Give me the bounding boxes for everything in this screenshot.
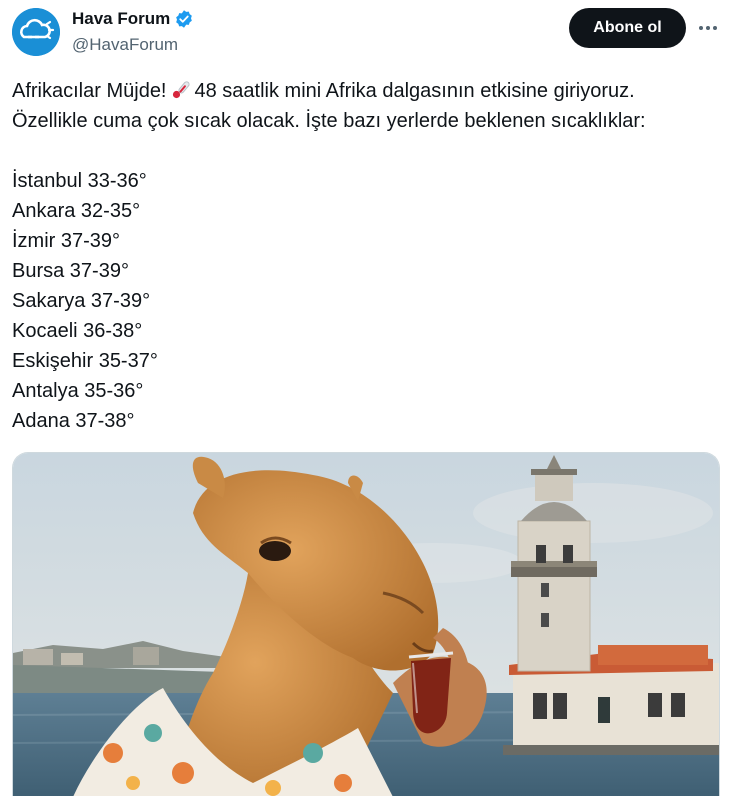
author-name-row: Hava Forum: [72, 9, 194, 29]
city-temperature-item: Adana 37-38°: [12, 410, 135, 432]
author-display-name[interactable]: Hava Forum: [72, 9, 170, 29]
thermometer-emoji-icon: [170, 78, 192, 100]
city-temperature-item: Antalya 35-36°: [12, 380, 144, 402]
city-temperature-item: Eskişehir 35-37°: [12, 350, 158, 372]
follow-button[interactable]: Abone ol: [569, 8, 686, 48]
more-dot: [713, 26, 717, 30]
tweet-line-1-start: Afrikacılar Müjde!: [12, 80, 167, 102]
more-dot: [706, 26, 710, 30]
city-temperature-item: Kocaeli 36-38°: [12, 320, 143, 342]
tweet-header: Hava Forum @HavaForum Abone ol: [0, 0, 738, 64]
author-avatar[interactable]: [12, 8, 60, 56]
camel-drinking-tea-image: [13, 453, 719, 796]
city-temperature-item: İstanbul 33-36°: [12, 170, 147, 192]
cloud-sun-logo-icon: [12, 8, 60, 56]
more-horizontal-icon: [699, 26, 703, 30]
author-handle[interactable]: @HavaForum: [72, 35, 178, 55]
tweet-line-1-end: 48 saatlik mini Afrika dalgasının etkisi…: [194, 80, 635, 102]
city-temperature-item: İzmir 37-39°: [12, 230, 121, 252]
city-temperature-item: Bursa 37-39°: [12, 260, 129, 282]
tweet-media-image[interactable]: [12, 452, 720, 796]
tweet-body: Afrikacılar Müjde! 48 saatlik mini Afrik…: [12, 76, 728, 136]
tweet-line-1: Afrikacılar Müjde! 48 saatlik mini Afrik…: [12, 76, 728, 106]
more-options-button[interactable]: [692, 14, 724, 42]
verified-badge-icon[interactable]: [174, 9, 194, 29]
city-temperature-item: Sakarya 37-39°: [12, 290, 151, 312]
tweet-line-2: Özellikle cuma çok sıcak olacak. İşte ba…: [12, 110, 646, 132]
city-temperature-list: İstanbul 33-36° Ankara 32-35° İzmir 37-3…: [12, 166, 158, 436]
city-temperature-item: Ankara 32-35°: [12, 200, 141, 222]
